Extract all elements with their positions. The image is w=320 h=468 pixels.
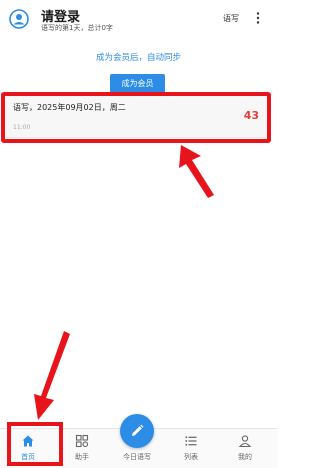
tab-list-label: 列表: [184, 453, 198, 461]
tab-mine-label: 我的: [238, 453, 252, 461]
more-vertical-icon[interactable]: [255, 11, 261, 25]
tab-list[interactable]: 列表: [169, 430, 213, 466]
sync-promo-text[interactable]: 成为会员后，自动同步: [0, 51, 277, 63]
annotation-highlight-box: [1, 92, 271, 143]
user-icon: [238, 435, 252, 448]
tab-assistant-label: 助手: [75, 453, 89, 461]
tab-assistant[interactable]: 助手: [60, 430, 104, 466]
annotation-arrow-down: [34, 331, 70, 420]
writing-stats: 语写的第1天，总计0字: [41, 24, 113, 32]
header-action-button[interactable]: 语写: [223, 13, 239, 24]
avatar-icon[interactable]: [9, 9, 29, 29]
tab-today-writing-label: 今日语写: [123, 453, 151, 461]
annotation-home-box: [7, 422, 63, 466]
become-member-button[interactable]: 成为会员: [110, 74, 165, 93]
annotation-arrow-up: [179, 145, 214, 198]
tab-today-writing[interactable]: 今日语写: [115, 430, 159, 466]
header: 请登录 语写的第1天，总计0字 语写: [0, 0, 277, 36]
grid-icon: [75, 434, 89, 448]
tab-mine[interactable]: 我的: [223, 430, 267, 466]
list-icon: [185, 436, 197, 446]
